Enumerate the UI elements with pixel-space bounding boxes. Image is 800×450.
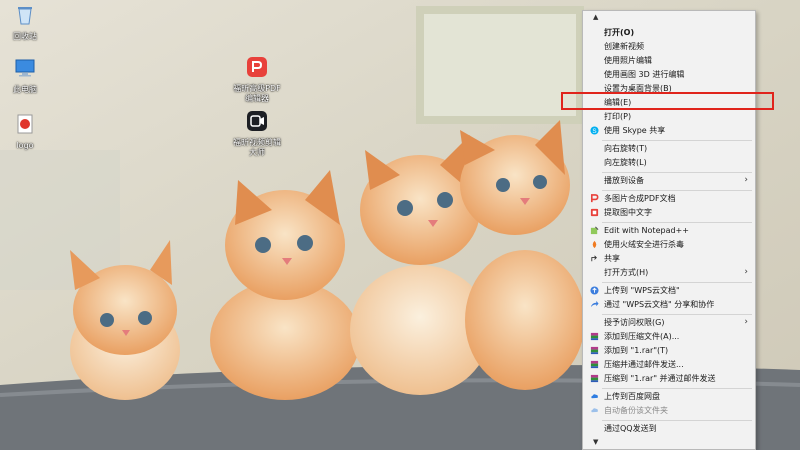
menu-item-label: 使用画图 3D 进行编辑 [604,70,685,79]
menu-item-label: Edit with Notepad++ [604,226,689,235]
menu-item-edit-notepad-plus-plus[interactable]: Edit with Notepad++ [584,224,754,237]
desktop-icon-video-editor[interactable]: 福昕视频剪辑大师 [232,110,282,158]
context-menu: ▲ 打开(O) 创建新视频 使用照片编辑 使用画图 3D 进行编辑 设置为桌面背… [582,10,756,450]
menu-separator [602,282,752,283]
menu-item-share-wps-cloud[interactable]: 通过 "WPS云文档" 分享和协作 [584,298,754,311]
menu-item-upload-baidu[interactable]: 上传到百度网盘 [584,390,754,403]
baidu-backup-icon [591,408,598,413]
desktop-icon-label: 福昕高级PDF编辑器 [233,84,281,103]
menu-item-upload-wps-cloud[interactable]: 上传到 "WPS云文档" [584,284,754,297]
notepad-plus-plus-icon [590,226,599,235]
menu-item-label: 自动备份该文件夹 [604,406,668,415]
menu-item-label: 打印(P) [604,112,632,121]
submenu-arrow-icon: › [744,175,748,185]
menu-separator [602,314,752,315]
menu-item-open-with[interactable]: 打开方式(H) › [584,266,754,279]
menu-item-share-skype[interactable]: S 使用 Skype 共享 [584,124,754,137]
desktop-icon-recycle-bin[interactable]: 回收站 [0,4,50,42]
menu-item-open[interactable]: 打开(O) [584,26,754,39]
menu-item-merge-images-pdf[interactable]: 多图片合成PDF文档 [584,192,754,205]
menu-item-label: 使用火绒安全进行杀毒 [604,240,684,249]
menu-item-cast-to-device[interactable]: 播放到设备 › [584,174,754,187]
svg-text:S: S [592,128,596,135]
menu-item-label: 使用 Skype 共享 [604,126,666,135]
menu-item-send-via-qq[interactable]: 通过QQ发送到 [584,422,754,435]
menu-item-share[interactable]: 共享 [584,252,754,265]
ocr-icon [590,208,599,217]
menu-item-label: 创建新视频 [604,42,644,51]
wps-share-icon [590,300,599,308]
menu-scroll-down-icon[interactable]: ▼ [593,438,598,446]
recycle-bin-icon [18,7,32,25]
desktop-icon-logo[interactable]: logo [0,113,50,151]
menu-item-label: 添加到 "1.rar"(T) [604,346,669,355]
menu-item-grant-access[interactable]: 授予访问权限(G) › [584,316,754,329]
winrar-icon [590,346,599,355]
computer-icon [15,59,35,77]
menu-item-label: 播放到设备 [604,176,644,185]
video-editor-icon [247,111,267,131]
menu-item-label: 上传到百度网盘 [604,392,660,401]
desktop-icon-this-pc[interactable]: 此电脑 [0,57,50,95]
menu-item-rotate-right[interactable]: 向右旋转(T) [584,142,754,155]
menu-separator [602,222,752,223]
menu-item-label: 通过 "WPS云文档" 分享和协作 [604,300,715,309]
desktop-icon-label: 福昕视频剪辑大师 [233,138,281,157]
menu-item-label: 通过QQ发送到 [604,424,657,433]
menu-item-label: 打开(O) [604,28,635,37]
menu-item-label: 共享 [604,254,620,263]
menu-item-label: 向右旋转(T) [604,144,648,153]
menu-item-label: 添加到压缩文件(A)... [604,332,680,341]
menu-separator [602,190,752,191]
menu-item-extract-text[interactable]: 提取图中文字 [584,206,754,219]
desktop-icon-label: 回收站 [13,32,37,41]
winrar-icon [590,374,599,383]
menu-item-create-video[interactable]: 创建新视频 [584,40,754,53]
skype-icon: S [590,126,599,135]
highlight-box [561,92,774,110]
menu-item-compress-1rar-email[interactable]: 压缩到 "1.rar" 并通过邮件发送 [584,372,754,385]
wps-cloud-upload-icon [590,286,599,295]
pdf-icon [590,194,599,203]
winrar-icon [590,360,599,369]
menu-item-label: 使用照片编辑 [604,56,652,65]
winrar-icon [590,332,599,341]
menu-item-huorong-scan[interactable]: 使用火绒安全进行杀毒 [584,238,754,251]
huorong-icon [592,240,597,249]
menu-item-label: 向左旋转(L) [604,158,647,167]
menu-separator [602,388,752,389]
menu-separator [602,140,752,141]
menu-item-add-to-archive[interactable]: 添加到压缩文件(A)... [584,330,754,343]
logo-file-icon [17,114,33,134]
desktop-icon-label: logo [16,141,34,150]
desktop-icon-pdf-editor[interactable]: 福昕高级PDF编辑器 [232,56,282,104]
desktop-icon-label: 此电脑 [13,85,37,94]
menu-scroll-up-icon[interactable]: ▲ [593,13,598,21]
share-icon [591,255,597,262]
menu-item-label: 多图片合成PDF文档 [604,194,676,203]
baidu-netdisk-icon [591,394,598,399]
menu-item-print[interactable]: 打印(P) [584,110,754,123]
menu-item-label: 压缩并通过邮件发送... [604,360,684,369]
menu-separator [602,420,752,421]
menu-item-label: 上传到 "WPS云文档" [604,286,680,295]
menu-separator [602,172,752,173]
submenu-arrow-icon: › [744,317,748,327]
menu-item-auto-backup-folder[interactable]: 自动备份该文件夹 [584,404,754,417]
submenu-arrow-icon: › [744,267,748,277]
menu-item-label: 授予访问权限(G) [604,318,665,327]
menu-item-label: 压缩到 "1.rar" 并通过邮件发送 [604,374,716,383]
menu-item-edit-with-paint3d[interactable]: 使用画图 3D 进行编辑 [584,68,754,81]
menu-item-rotate-left[interactable]: 向左旋转(L) [584,156,754,169]
menu-item-edit-with-photos[interactable]: 使用照片编辑 [584,54,754,67]
menu-item-compress-email[interactable]: 压缩并通过邮件发送... [584,358,754,371]
pdf-editor-icon [247,57,267,77]
menu-item-label: 打开方式(H) [604,268,649,277]
menu-item-add-to-1rar[interactable]: 添加到 "1.rar"(T) [584,344,754,357]
menu-item-label: 提取图中文字 [604,208,652,217]
